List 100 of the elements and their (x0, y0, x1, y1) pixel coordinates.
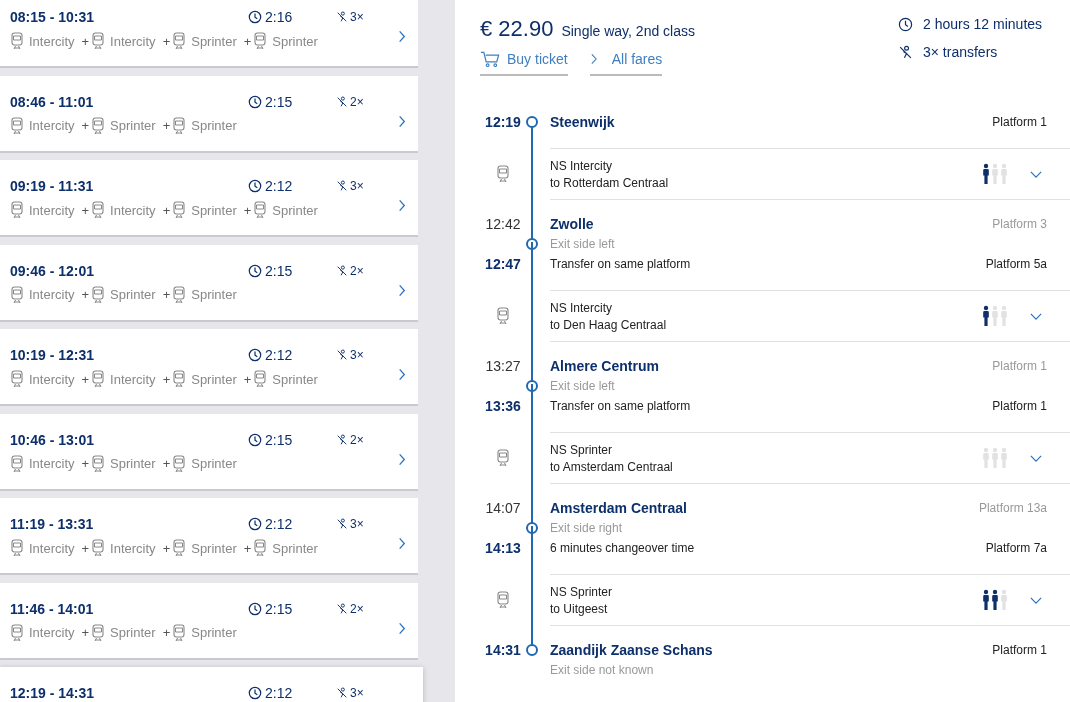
stop-time: 12:47 (485, 256, 521, 272)
train-type: Intercity (29, 202, 75, 218)
journey-time: 11:19 - 13:31 (10, 516, 95, 532)
plus-sign: + (81, 456, 90, 471)
train-type: Intercity (29, 456, 75, 471)
transfer-total: 3× transfers (923, 44, 998, 60)
train-icon (172, 285, 187, 304)
transfer-note: Transfer on same platform (550, 399, 691, 413)
train-type: Sprinter (110, 118, 156, 133)
chevron-down-icon[interactable] (1030, 312, 1042, 320)
train-icon (496, 307, 510, 325)
train-type: Sprinter (110, 625, 156, 640)
buy-ticket-link[interactable]: Buy ticket (480, 50, 568, 76)
train-name: NS Sprinter (550, 584, 613, 599)
transfer-note: 6 minutes changeover time (550, 541, 695, 555)
exit-side: Exit side right (550, 521, 623, 535)
plus-sign: + (162, 202, 171, 218)
platform: Platform 5a (985, 257, 1047, 271)
transfer-count: 3× (350, 517, 364, 531)
train-icon (91, 32, 106, 50)
journey-duration: 2:12 (265, 516, 293, 532)
train-icon (91, 370, 106, 388)
exit-side: Exit side left (550, 379, 615, 393)
journey-time: 09:19 - 11:31 (10, 178, 95, 194)
clock-icon (248, 10, 262, 24)
journey-duration: 2:12 (265, 347, 293, 363)
train-type: Intercity (110, 202, 156, 218)
transfer-icon (336, 602, 348, 615)
plus-sign: + (162, 287, 171, 302)
train-icon (253, 32, 268, 50)
train-icon (91, 539, 106, 557)
chevron-down-icon[interactable] (1030, 596, 1042, 604)
platform: Platform 1 (992, 643, 1047, 657)
journey-card[interactable]: 08:46 - 11:01 2:15 2× Intercity + Sprinter + Sprinter (0, 75, 418, 151)
train-icon (91, 201, 106, 219)
journey-card[interactable]: 08:15 - 10:31 2:16 3× Intercity + Intercity + Sprinter + Sprinter (0, 0, 418, 66)
train-icon (91, 285, 106, 304)
transfer-count: 3× (350, 686, 364, 700)
chevron-right-icon (589, 53, 598, 65)
train-name: NS Intercity (550, 300, 613, 315)
transfer-count: 3× (350, 179, 364, 193)
train-type: Sprinter (191, 118, 237, 133)
train-destination: to Uitgeest (550, 601, 609, 616)
stop-time: 13:36 (485, 398, 521, 414)
train-type: Intercity (110, 371, 156, 387)
platform: Platform 7a (985, 541, 1047, 555)
plus-sign: + (81, 625, 90, 640)
platform: Platform 3 (992, 217, 1047, 231)
journey-card[interactable]: 10:19 - 12:31 2:12 3× Intercity + Intercity + Sprinter + Sprinter (0, 329, 418, 404)
chevron-down-icon[interactable] (1030, 170, 1042, 178)
plus-sign: + (81, 287, 90, 302)
exit-side: Exit side not known (550, 663, 654, 677)
train-icon (10, 454, 24, 473)
plus-sign: + (162, 118, 171, 133)
train-type: Sprinter (191, 625, 237, 640)
journey-card[interactable]: 12:19 - 14:31 2:12 3× (0, 667, 423, 702)
journey-card[interactable]: 09:46 - 12:01 2:15 2× Intercity + Sprinter + Sprinter (0, 244, 418, 320)
all-fares-link[interactable]: All fares (589, 50, 663, 76)
platform: Platform 13a (978, 501, 1047, 515)
journey-card[interactable]: 10:46 - 13:01 2:15 2× Intercity + Sprinter + Sprinter (0, 413, 418, 489)
plus-sign: + (243, 33, 252, 49)
station-name: Amsterdam Centraal (550, 500, 687, 516)
train-type: Sprinter (191, 456, 237, 471)
clock-icon (898, 16, 913, 32)
chevron-down-icon[interactable] (1030, 454, 1042, 462)
platform: Platform 1 (992, 359, 1047, 373)
chevron-right-icon (398, 114, 406, 128)
journey-duration: 2:12 (265, 178, 293, 194)
train-type: Sprinter (272, 202, 318, 218)
journey-card[interactable]: 09:19 - 11:31 2:12 3× Intercity + Intercity + Sprinter + Sprinter (0, 160, 418, 235)
chevron-right-icon (398, 452, 406, 466)
plus-sign: + (162, 625, 171, 640)
plus-sign: + (81, 33, 90, 49)
stop-node (526, 644, 538, 656)
train-type: Sprinter (272, 540, 318, 556)
train-icon (10, 201, 24, 219)
train-icon (172, 623, 187, 642)
train-type: Sprinter (191, 540, 237, 556)
journey-time: 12:19 - 14:31 (10, 685, 96, 701)
transfer-count: 2× (350, 601, 364, 616)
stop-time: 14:13 (485, 540, 521, 556)
transfer-icon (336, 687, 348, 699)
stop-node (526, 116, 538, 128)
train-type: Sprinter (191, 202, 237, 218)
journey-time: 10:19 - 12:31 (10, 347, 96, 363)
journey-duration: 2:16 (265, 9, 293, 25)
transfer-icon (336, 180, 348, 192)
journey-card[interactable]: 11:46 - 14:01 2:15 2× Intercity + Sprinter + Sprinter (0, 582, 418, 658)
plus-sign: + (81, 202, 90, 218)
transfer-count: 2× (350, 263, 364, 278)
journey-time: 10:46 - 13:01 (10, 431, 96, 448)
train-type: Intercity (110, 33, 156, 49)
train-icon (172, 201, 187, 219)
train-type: Intercity (29, 118, 75, 133)
journey-duration: 2:15 (265, 93, 293, 110)
train-type: Sprinter (272, 33, 318, 49)
journey-card[interactable]: 11:19 - 13:31 2:12 3× Intercity + Intercity + Sprinter + Sprinter (0, 498, 418, 573)
chevron-right-icon (398, 368, 406, 381)
train-icon (91, 454, 106, 473)
plus-sign: + (81, 540, 90, 556)
